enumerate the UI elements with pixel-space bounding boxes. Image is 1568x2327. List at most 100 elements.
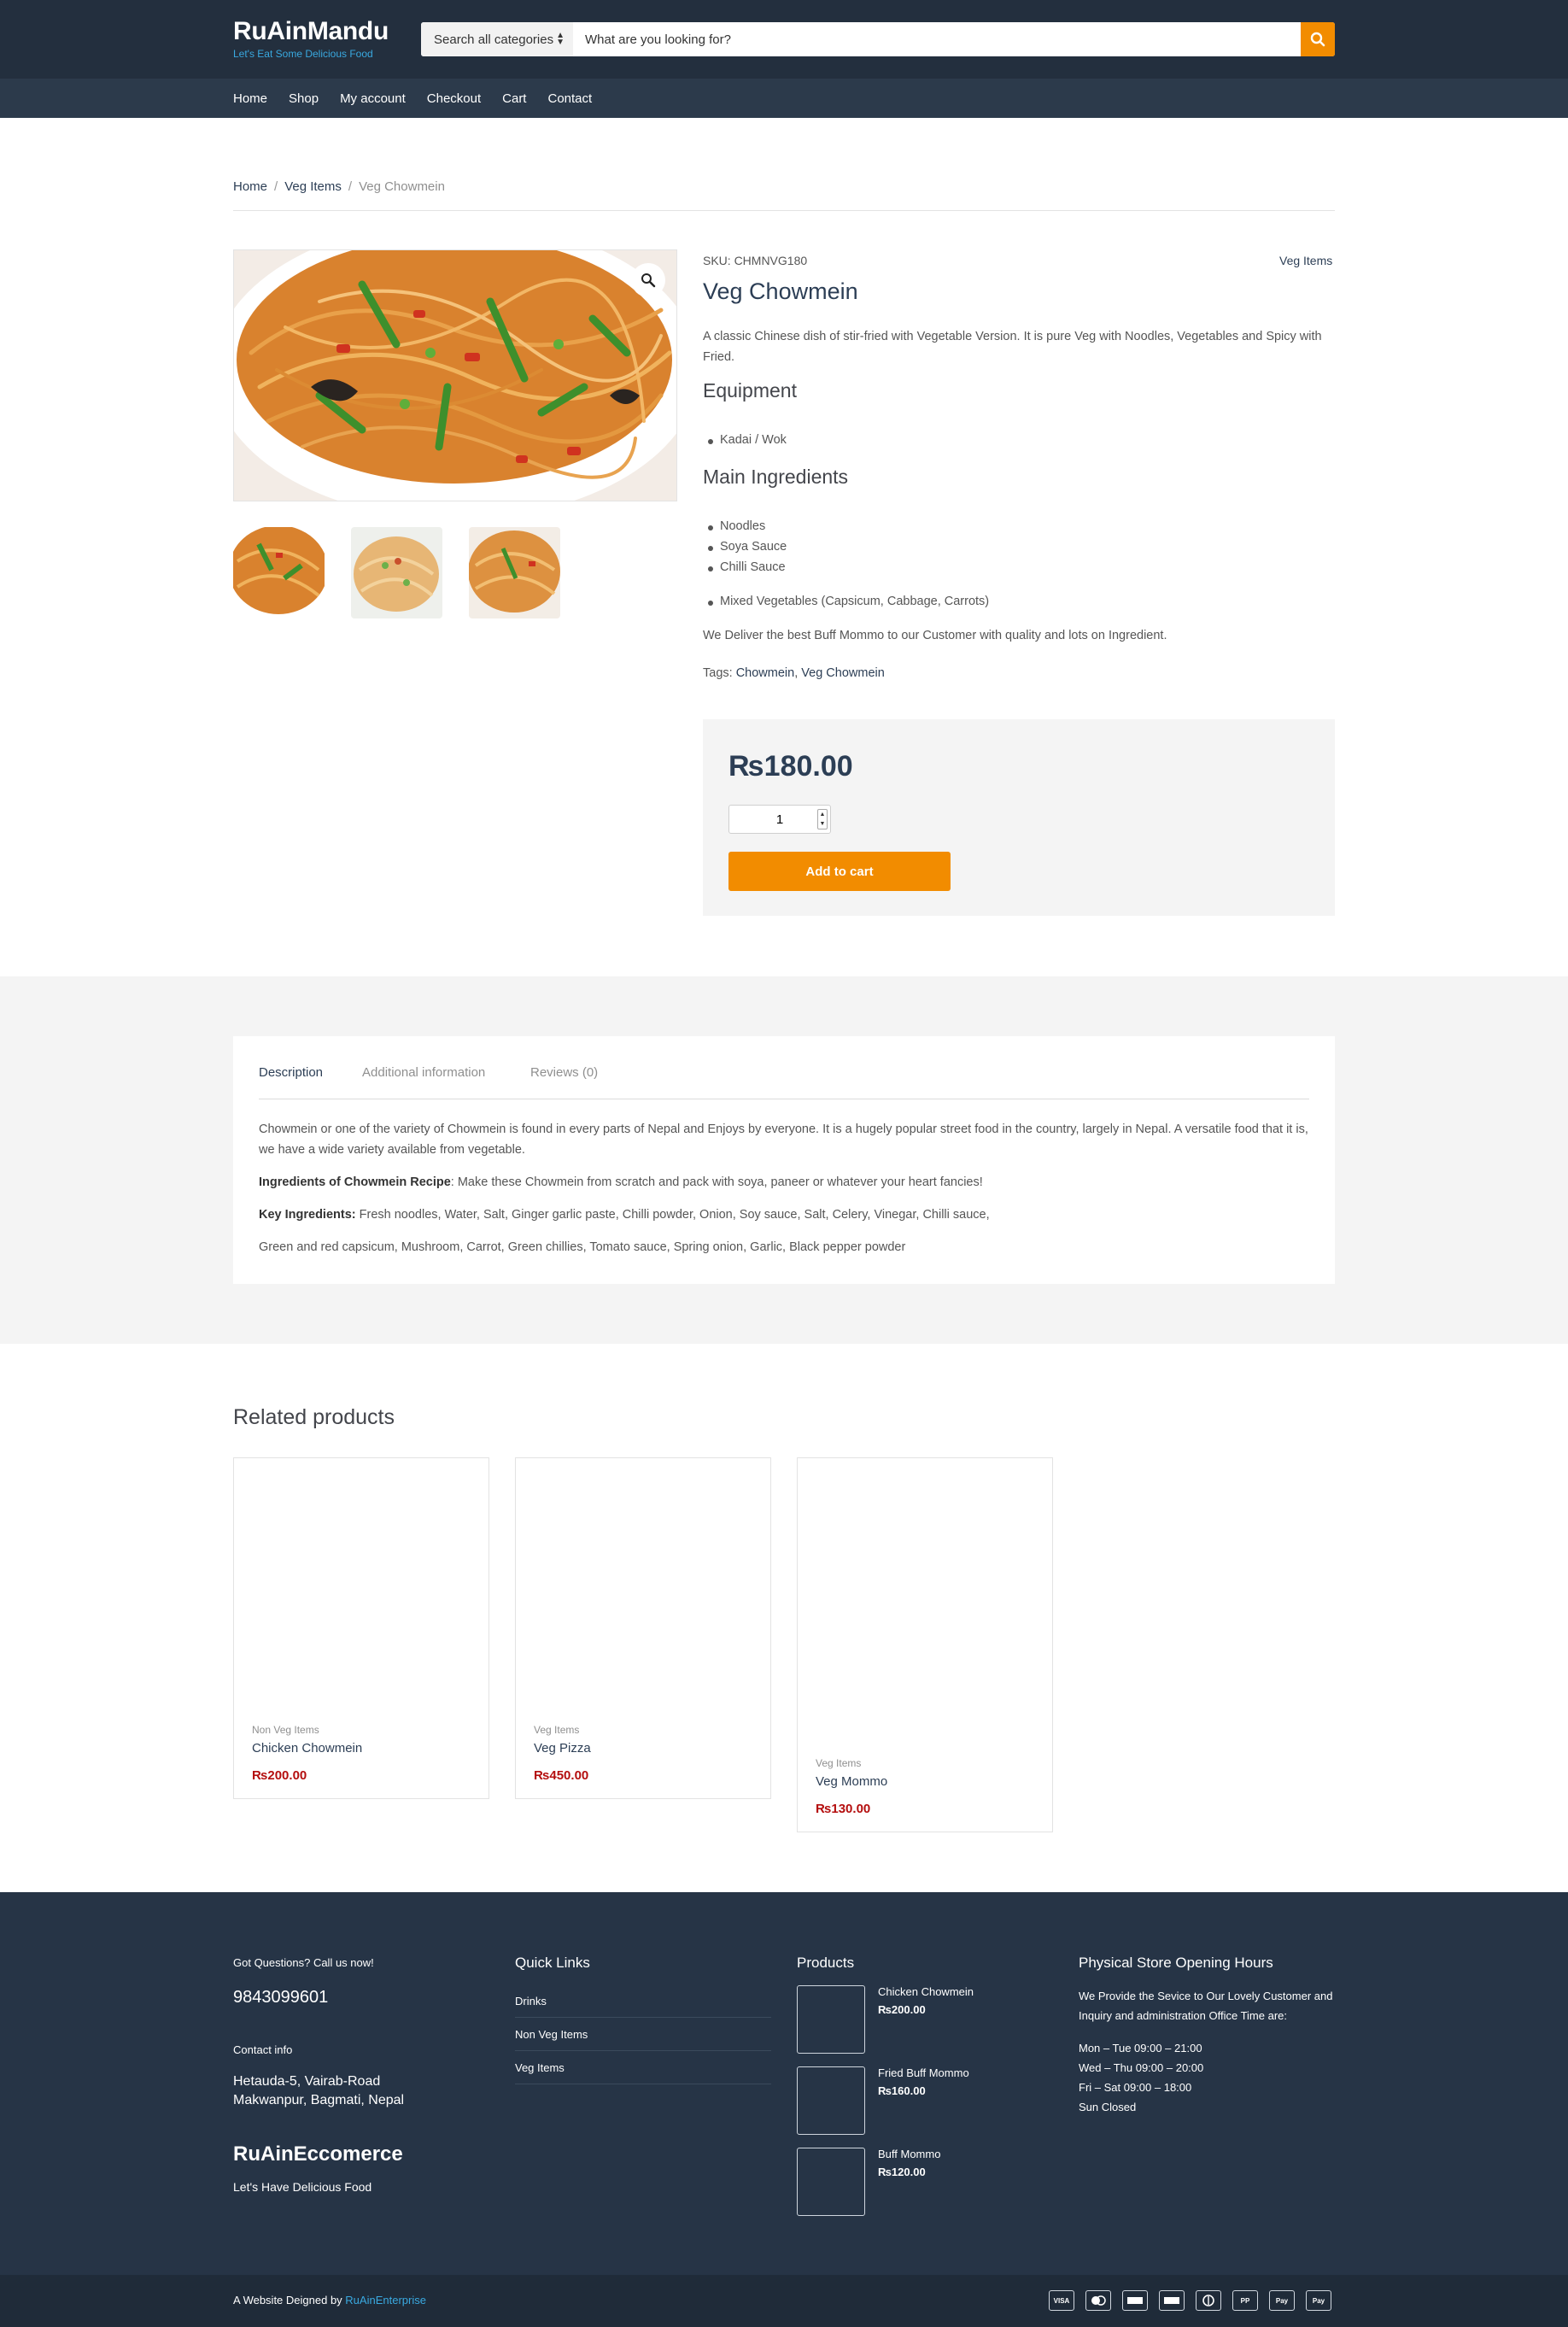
footer-product-thumbnail[interactable] bbox=[797, 2066, 865, 2135]
equipment-item: Kadai / Wok bbox=[708, 433, 787, 447]
footer-product-name[interactable]: Buff Mommo bbox=[878, 2148, 940, 2160]
search-icon bbox=[1310, 32, 1325, 47]
related-product-card[interactable]: Veg Items Veg Pizza ₨450.00 bbox=[515, 1457, 771, 1799]
contact-address: Hetauda-5, Vairab-Road Makwanpur, Bagmat… bbox=[233, 2072, 404, 2110]
related-product-name[interactable]: Chicken Chowmein bbox=[252, 1741, 362, 1756]
gallery-thumbnail-2[interactable] bbox=[351, 527, 442, 618]
related-product-category: Veg Items bbox=[534, 1724, 580, 1736]
opening-hours-list: Mon – Tue 09:00 – 21:00 Wed – Thu 09:00 … bbox=[1079, 2038, 1203, 2117]
breadcrumb-category[interactable]: Veg Items bbox=[284, 179, 342, 194]
related-products-heading: Related products bbox=[233, 1405, 395, 1429]
footer-product-price: ₨120.00 bbox=[878, 2166, 926, 2178]
quantity-stepper: ▲▼ bbox=[728, 805, 831, 834]
description-paragraph: Ingredients of Chowmein Recipe: Make the… bbox=[259, 1172, 1309, 1193]
quick-link-drinks[interactable]: Drinks bbox=[515, 1995, 771, 2018]
site-title[interactable]: RuAinMandu bbox=[233, 17, 389, 46]
recipe-label: Ingredients of Chowmein Recipe bbox=[259, 1175, 451, 1189]
tab-additional-information[interactable]: Additional information bbox=[362, 1065, 485, 1080]
contact-phone[interactable]: 9843099601 bbox=[233, 1988, 328, 2008]
search-category-value: Search all categories bbox=[434, 32, 553, 47]
nav-home[interactable]: Home bbox=[233, 91, 267, 106]
footer-product-price: ₨160.00 bbox=[878, 2084, 926, 2097]
nav-my-account[interactable]: My account bbox=[340, 91, 406, 106]
credit-link[interactable]: RuAinEnterprise bbox=[345, 2294, 426, 2306]
opening-hours-row: Fri – Sat 09:00 – 18:00 bbox=[1079, 2081, 1192, 2094]
related-product-price: ₨450.00 bbox=[534, 1768, 589, 1783]
tab-reviews[interactable]: Reviews (0) bbox=[530, 1065, 598, 1080]
nav-contact[interactable]: Contact bbox=[547, 91, 592, 106]
product-search-form: Search all categories ▲ ▼ bbox=[421, 22, 1335, 56]
related-product-card[interactable]: Non Veg Items Chicken Chowmein ₨200.00 bbox=[233, 1457, 489, 1799]
credit-prefix: A Website Deigned by bbox=[233, 2294, 346, 2306]
footer-brand-tagline: Let's Have Delicious Food bbox=[233, 2180, 372, 2194]
breadcrumb-separator: / bbox=[348, 179, 353, 194]
opening-hours-row: Mon – Tue 09:00 – 21:00 bbox=[1079, 2042, 1202, 2054]
gallery-thumbnail-1[interactable] bbox=[233, 527, 325, 618]
footer-brand: RuAinEccomerce bbox=[233, 2142, 403, 2166]
tab-description[interactable]: Description bbox=[259, 1065, 323, 1080]
related-product-card[interactable]: Veg Items Veg Mommo ₨130.00 bbox=[797, 1457, 1053, 1832]
footer-product-thumbnail[interactable] bbox=[797, 2148, 865, 2216]
address-line: Hetauda-5, Vairab-Road bbox=[233, 2074, 381, 2089]
nav-shop[interactable]: Shop bbox=[289, 91, 319, 106]
quick-link-veg-items[interactable]: Veg Items bbox=[515, 2061, 771, 2084]
related-product-name[interactable]: Veg Mommo bbox=[816, 1774, 887, 1789]
footer-product-name[interactable]: Fried Buff Mommo bbox=[878, 2066, 969, 2079]
quick-link-non-veg-items[interactable]: Non Veg Items bbox=[515, 2028, 771, 2051]
zoom-button[interactable] bbox=[631, 263, 665, 297]
footer-product-price: ₨200.00 bbox=[878, 2003, 926, 2016]
site-tagline: Let's Eat Some Delicious Food bbox=[233, 48, 373, 60]
search-button[interactable] bbox=[1301, 22, 1335, 56]
products-heading: Products bbox=[797, 1955, 855, 1971]
product-tags: Tags: Chowmein, Veg Chowmein bbox=[703, 666, 885, 680]
nav-checkout[interactable]: Checkout bbox=[427, 91, 481, 106]
breadcrumb-home[interactable]: Home bbox=[233, 179, 267, 194]
tag-link-veg-chowmein[interactable]: Veg Chowmein bbox=[801, 666, 885, 680]
discover-icon bbox=[1159, 2290, 1185, 2311]
nav-cart[interactable]: Cart bbox=[502, 91, 526, 106]
ingredient-item: Chilli Sauce bbox=[708, 560, 786, 574]
call-label: Got Questions? Call us now! bbox=[233, 1956, 374, 1969]
ingredients-heading: Main Ingredients bbox=[703, 466, 849, 488]
breadcrumb-divider bbox=[233, 210, 1335, 211]
tags-label: Tags: bbox=[703, 666, 733, 680]
related-product-price: ₨130.00 bbox=[816, 1802, 871, 1816]
quick-links-heading: Quick Links bbox=[515, 1955, 590, 1971]
tag-link-chowmein[interactable]: Chowmein bbox=[736, 666, 795, 680]
tag-separator: , bbox=[794, 666, 799, 680]
product-price: ₨180.00 bbox=[728, 750, 853, 783]
primary-navigation: Home Shop My account Checkout Cart Conta… bbox=[233, 79, 613, 118]
quantity-input[interactable] bbox=[729, 812, 815, 827]
visa-icon: VISA bbox=[1049, 2290, 1074, 2311]
equipment-heading: Equipment bbox=[703, 379, 797, 402]
search-input[interactable] bbox=[573, 22, 1301, 56]
select-arrows-icon: ▲ ▼ bbox=[556, 31, 565, 47]
description-paragraph: Green and red capsicum, Mushroom, Carrot… bbox=[259, 1240, 906, 1254]
key-ingredients-label: Key Ingredients: bbox=[259, 1208, 356, 1222]
ingredient-item: Noodles bbox=[707, 519, 766, 533]
opening-hours-heading: Physical Store Opening Hours bbox=[1079, 1955, 1273, 1971]
footer-product-thumbnail[interactable] bbox=[797, 1985, 865, 2054]
ingredient-item: Soya Sauce bbox=[707, 540, 787, 554]
footer-product-name[interactable]: Chicken Chowmein bbox=[878, 1985, 974, 1998]
key-ingredients-text: Fresh noodles, Water, Salt, Ginger garli… bbox=[355, 1208, 990, 1222]
breadcrumb-current: Veg Chowmein bbox=[359, 179, 445, 194]
breadcrumb: Home / Veg Items / Veg Chowmein bbox=[233, 179, 445, 194]
product-main-image[interactable] bbox=[233, 249, 677, 501]
breadcrumb-separator: / bbox=[274, 179, 278, 194]
contact-info-label: Contact info bbox=[233, 2043, 293, 2056]
description-panel: Chowmein or one of the variety of Chowme… bbox=[259, 1119, 1309, 1269]
gallery-thumbnail-3[interactable] bbox=[469, 527, 560, 618]
description-paragraph: Chowmein or one of the variety of Chowme… bbox=[259, 1122, 1308, 1157]
product-short-description: A classic Chinese dish of stir-fried wit… bbox=[703, 330, 1322, 364]
address-line: Makwanpur, Bagmati, Nepal bbox=[233, 2093, 405, 2107]
ingredient-item: Mixed Vegetables (Capsicum, Cabbage, Car… bbox=[707, 595, 990, 608]
product-category-link[interactable]: Veg Items bbox=[1279, 254, 1332, 267]
related-product-name[interactable]: Veg Pizza bbox=[534, 1741, 591, 1756]
related-product-category: Veg Items bbox=[816, 1757, 862, 1769]
mastercard-icon bbox=[1085, 2290, 1111, 2311]
add-to-cart-button[interactable]: Add to cart bbox=[728, 852, 951, 891]
quantity-spin-buttons[interactable]: ▲ ▼ bbox=[817, 809, 828, 829]
apple-pay-icon: Pay bbox=[1269, 2290, 1295, 2311]
search-category-select[interactable]: Search all categories ▲ ▼ bbox=[421, 22, 573, 56]
